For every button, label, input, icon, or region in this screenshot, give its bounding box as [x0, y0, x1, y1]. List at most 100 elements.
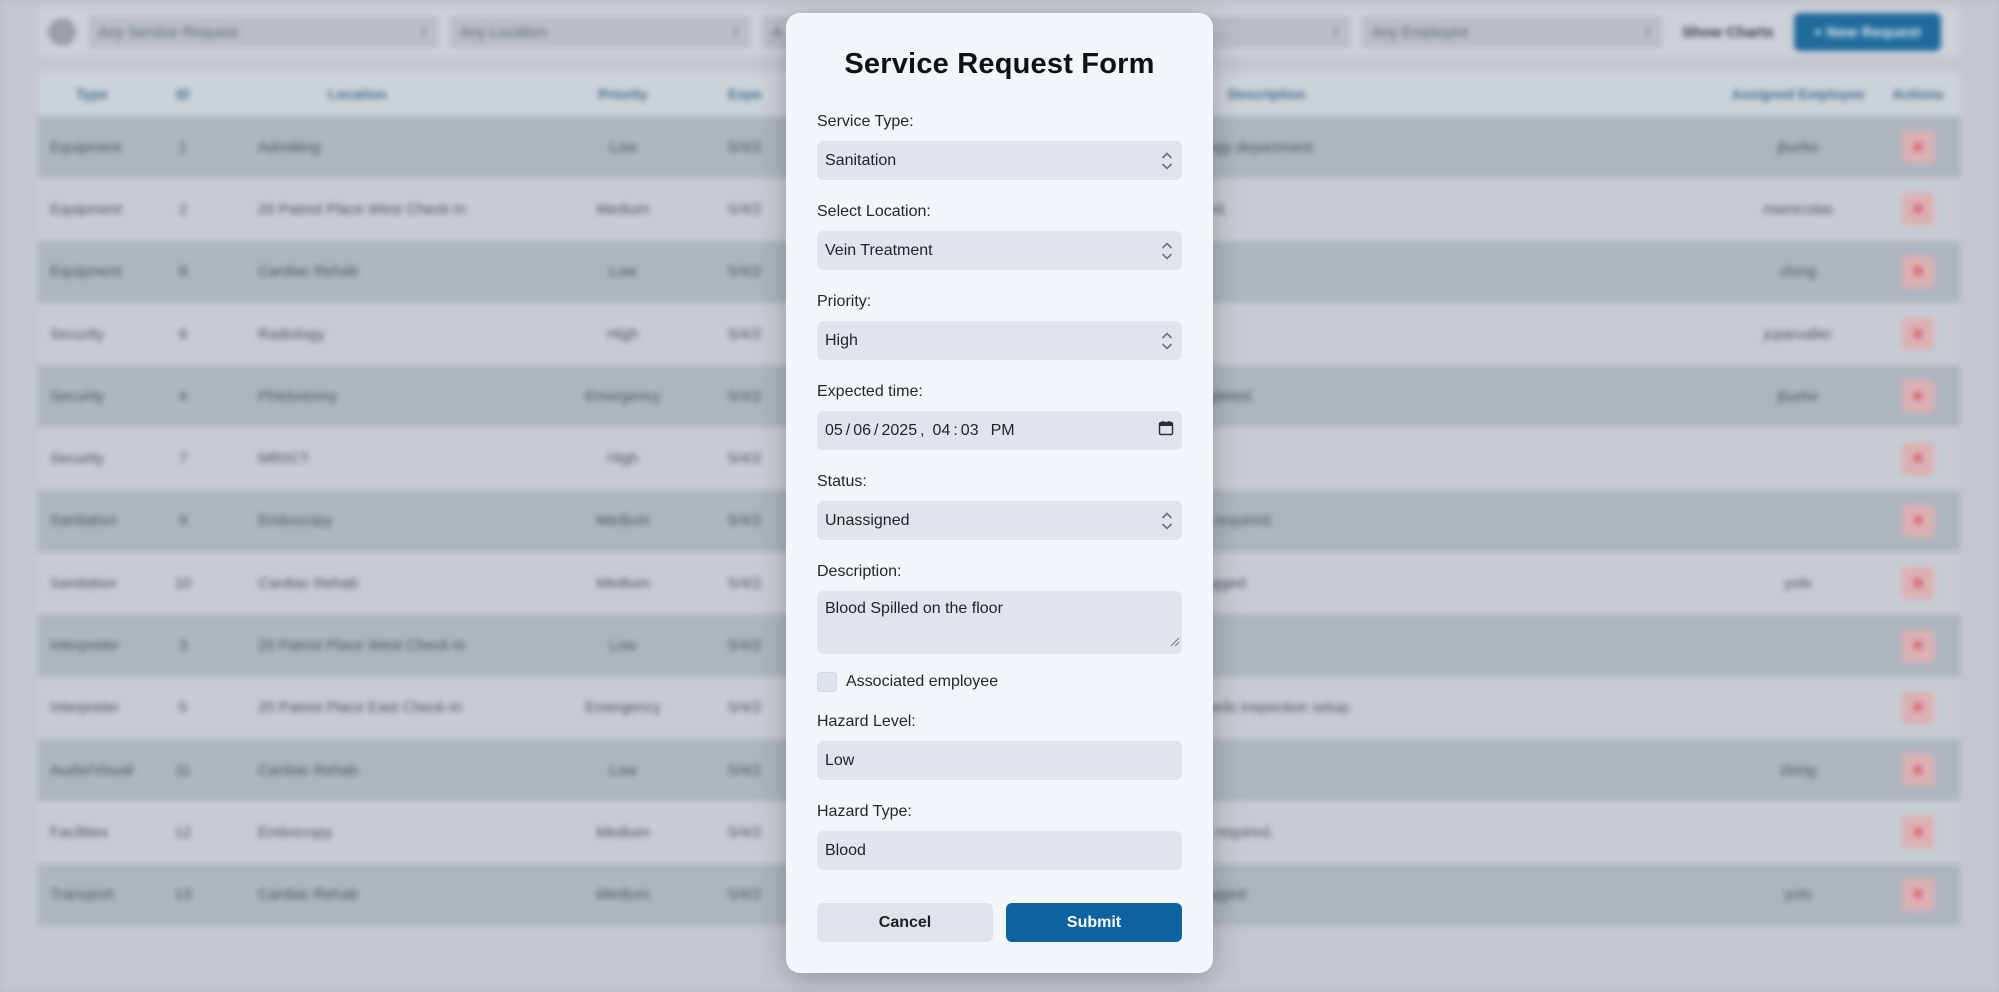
cell-priority: Medium [596, 823, 650, 841]
cell-location: 20 Patriot Place West Check-In [258, 637, 467, 655]
associated-employee-label: Associated employee [846, 673, 999, 690]
delete-icon[interactable]: × [1902, 878, 1934, 911]
hazard-level-value: Low [825, 751, 855, 769]
chevron-updown-icon: ⇕ [1641, 25, 1652, 39]
expected-time-label: Expected time: [817, 383, 923, 400]
associated-employee-checkbox[interactable] [817, 672, 837, 692]
hazard-type-input[interactable]: Blood [817, 831, 1182, 870]
cell-location: MRI/CT [258, 450, 310, 468]
column-header-location[interactable]: Location [208, 86, 548, 102]
cell-priority: Medium [596, 200, 650, 218]
cell-location: Cardiac Rehab [258, 574, 359, 592]
cell-type: Interpreter [50, 699, 120, 717]
associated-employee-row[interactable]: Associated employee [817, 672, 1182, 692]
logo-icon [48, 18, 76, 46]
chevron-updown-icon [1160, 150, 1174, 172]
cancel-button[interactable]: Cancel [817, 903, 993, 942]
location-filter[interactable]: Any Location ⇕ [450, 16, 750, 48]
delete-icon[interactable]: × [1902, 380, 1934, 413]
description-value: Blood Spilled on the floor [825, 600, 1003, 617]
delete-icon[interactable]: × [1902, 567, 1934, 600]
status-label: Status: [817, 473, 867, 490]
location-value: Vein Treatment [825, 241, 933, 259]
cell-priority: Medium [596, 886, 650, 904]
service-request-modal: Service Request Form Service Type: Sanit… [786, 13, 1213, 973]
column-header-actions: Actions [1892, 86, 1944, 102]
new-request-button[interactable]: + New Request [1793, 13, 1941, 51]
column-header-priority[interactable]: Priority [548, 86, 698, 102]
cell-actions: × [1878, 255, 1958, 288]
column-header-id[interactable]: ID [158, 86, 208, 102]
employee-filter[interactable]: Any Employee ⇕ [1362, 16, 1662, 48]
cell-assigned-employee: mwnicolas [1762, 200, 1834, 218]
hazard-type-label: Hazard Type: [817, 803, 912, 820]
expected-time-input[interactable]: 05 / 06 / 2025 , 04 : 03 PM [817, 411, 1182, 450]
cell-type: Security [50, 450, 105, 468]
cell-id: 1 [178, 138, 188, 156]
datetime-day[interactable]: 06 [853, 422, 871, 440]
cell-type: Equipment [50, 263, 122, 281]
cell-location: Admitting [258, 138, 321, 156]
hazard-type-value: Blood [825, 841, 866, 859]
cell-assigned-employee: jcparvalier [1763, 325, 1833, 343]
cell-id: 9 [178, 512, 188, 530]
cell-priority: High [607, 325, 639, 343]
datetime-ampm[interactable]: PM [979, 422, 1015, 440]
cell-actions: × [1878, 629, 1958, 662]
delete-icon[interactable]: × [1902, 131, 1934, 164]
resize-grip-icon[interactable] [1170, 634, 1180, 652]
delete-icon[interactable]: × [1902, 193, 1934, 226]
datetime-hour[interactable]: 04 [933, 422, 951, 440]
cell-assigned-employee: yolo [1784, 886, 1812, 904]
datetime-month[interactable]: 05 [825, 422, 843, 440]
priority-select[interactable]: High [817, 321, 1182, 360]
cell-actions: × [1878, 193, 1958, 226]
cell-id: 7 [178, 450, 188, 468]
service-request-filter[interactable]: Any Service Request ⇕ [88, 16, 438, 48]
cell-id: 10 [174, 574, 192, 592]
chevron-updown-icon [1160, 330, 1174, 352]
cell-type: Equipment [50, 138, 122, 156]
cell-type: Transport [50, 886, 114, 904]
calendar-icon[interactable] [1158, 420, 1174, 441]
modal-actions: Cancel Submit [817, 903, 1182, 942]
cell-location: Cardiac Rehab [258, 886, 359, 904]
cell-priority: Low [609, 637, 637, 655]
cell-type: Sanitation [50, 512, 117, 530]
cell-type: Audio/Visual [50, 761, 134, 779]
column-header-type[interactable]: Type [38, 86, 158, 102]
cell-type: Interpreter [50, 637, 120, 655]
delete-icon[interactable]: × [1902, 255, 1934, 288]
column-header-assigned-employee[interactable]: Assigned Employee [1718, 86, 1878, 102]
delete-icon[interactable]: × [1902, 318, 1934, 351]
location-select[interactable]: Vein Treatment [817, 231, 1182, 270]
delete-icon[interactable]: × [1902, 816, 1934, 849]
submit-button[interactable]: Submit [1006, 903, 1182, 942]
hazard-level-input[interactable]: Low [817, 741, 1182, 780]
chevron-updown-icon: ⇕ [1329, 25, 1340, 39]
employee-filter-value: Any Employee [1372, 23, 1469, 41]
show-charts-button[interactable]: Show Charts [1674, 24, 1782, 41]
delete-icon[interactable]: × [1902, 504, 1934, 537]
service-type-select[interactable]: Sanitation [817, 141, 1182, 180]
cell-priority: Emergency [585, 387, 661, 405]
cell-id: 12 [174, 823, 192, 841]
delete-icon[interactable]: × [1902, 442, 1934, 475]
cell-assigned-employee: jburke [1777, 138, 1819, 156]
datetime-value: 05 / 06 / 2025 , 04 : 03 PM [825, 421, 1015, 440]
chevron-updown-icon: ⇕ [417, 25, 428, 39]
cell-actions: × [1878, 380, 1958, 413]
status-select[interactable]: Unassigned [817, 501, 1182, 540]
cell-location: Endoscopy [258, 823, 333, 841]
datetime-minute[interactable]: 03 [961, 422, 979, 440]
delete-icon[interactable]: × [1902, 691, 1934, 724]
datetime-year[interactable]: 2025 [882, 422, 918, 440]
cell-id: 2 [178, 200, 188, 218]
status-value: Unassigned [825, 511, 910, 529]
cell-actions: × [1878, 442, 1958, 475]
delete-icon[interactable]: × [1902, 754, 1934, 787]
cell-location: Endoscopy [258, 512, 333, 530]
description-textarea[interactable]: Blood Spilled on the floor [817, 591, 1182, 654]
cell-id: 5 [178, 699, 188, 717]
delete-icon[interactable]: × [1902, 629, 1934, 662]
